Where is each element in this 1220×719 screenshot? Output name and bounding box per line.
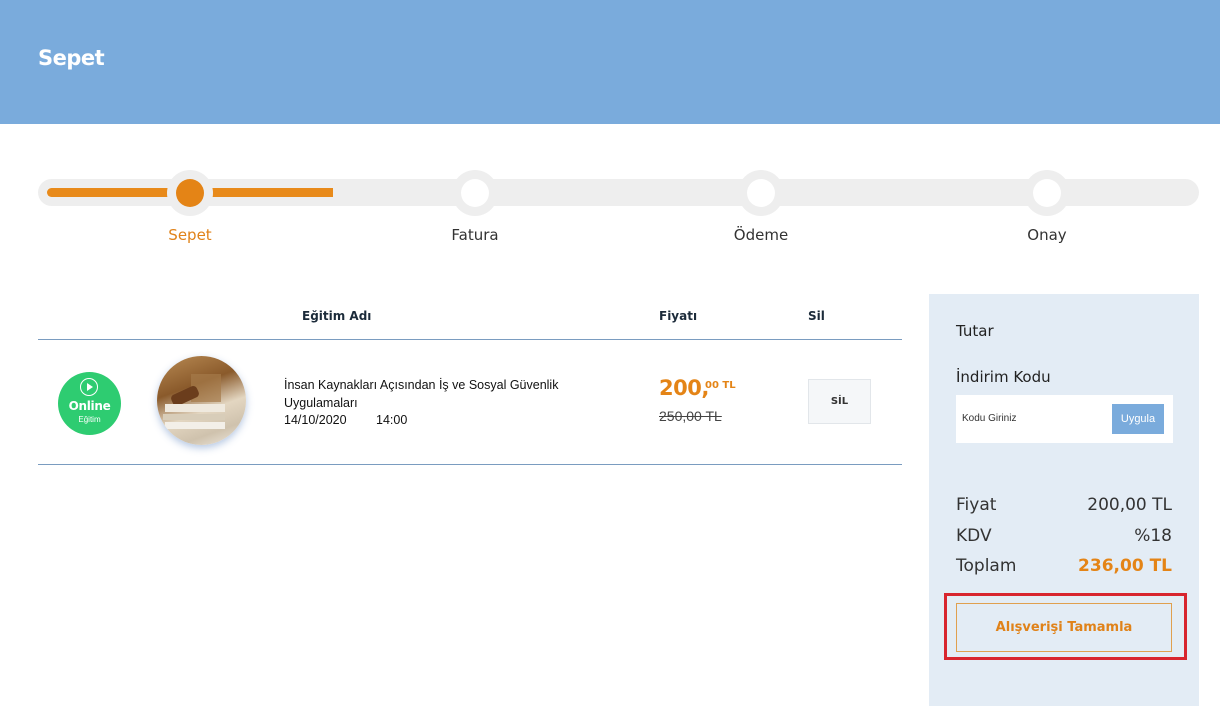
delete-button[interactable]: SİL: [808, 379, 871, 424]
total-value: 236,00 TL: [1078, 556, 1172, 576]
tax-value: %18: [1134, 526, 1172, 546]
total-label: Toplam: [956, 556, 1017, 576]
table-divider-bottom: [38, 464, 902, 465]
complete-purchase-button[interactable]: Alışverişi Tamamla: [956, 603, 1172, 652]
price-label: Fiyat: [956, 495, 997, 515]
play-icon: [80, 378, 98, 396]
column-header-price: Fiyatı: [659, 309, 698, 323]
step-label-fatura[interactable]: Fatura: [405, 226, 545, 244]
course-price: 200,: [659, 376, 709, 400]
step-circle-odeme[interactable]: [738, 170, 784, 216]
coupon-input[interactable]: [962, 407, 1102, 429]
course-price-decimals: 00 TL: [705, 380, 736, 391]
step-circle-onay[interactable]: [1024, 170, 1070, 216]
coupon-box: Uygula: [956, 395, 1173, 443]
course-thumbnail: [157, 356, 246, 445]
step-label-sepet[interactable]: Sepet: [120, 226, 260, 244]
course-date: 14/10/2020: [284, 413, 347, 427]
discount-code-label: İndirim Kodu: [956, 368, 1051, 386]
page-header: Sepet: [0, 0, 1220, 124]
course-name: İnsan Kaynakları Açısından İş ve Sosyal …: [284, 378, 559, 410]
course-time: 14:00: [376, 413, 408, 427]
step-label-odeme[interactable]: Ödeme: [691, 226, 831, 244]
badge-title: Online: [68, 399, 111, 413]
badge-subtitle: Eğitim: [78, 415, 101, 424]
page-title: Sepet: [38, 46, 105, 70]
online-training-badge: Online Eğitim: [58, 372, 121, 435]
step-circle-sepet[interactable]: [167, 170, 213, 216]
table-divider-top: [38, 339, 902, 340]
tax-label: KDV: [956, 526, 992, 546]
step-circle-fatura[interactable]: [452, 170, 498, 216]
column-header-delete: Sil: [808, 309, 825, 323]
column-header-name: Eğitim Adı: [302, 309, 372, 323]
summary-title: Tutar: [956, 322, 994, 340]
step-label-onay[interactable]: Onay: [977, 226, 1117, 244]
apply-coupon-button[interactable]: Uygula: [1112, 404, 1164, 434]
price-value: 200,00 TL: [1087, 495, 1172, 515]
course-old-price: 250,00 TL: [659, 408, 722, 424]
